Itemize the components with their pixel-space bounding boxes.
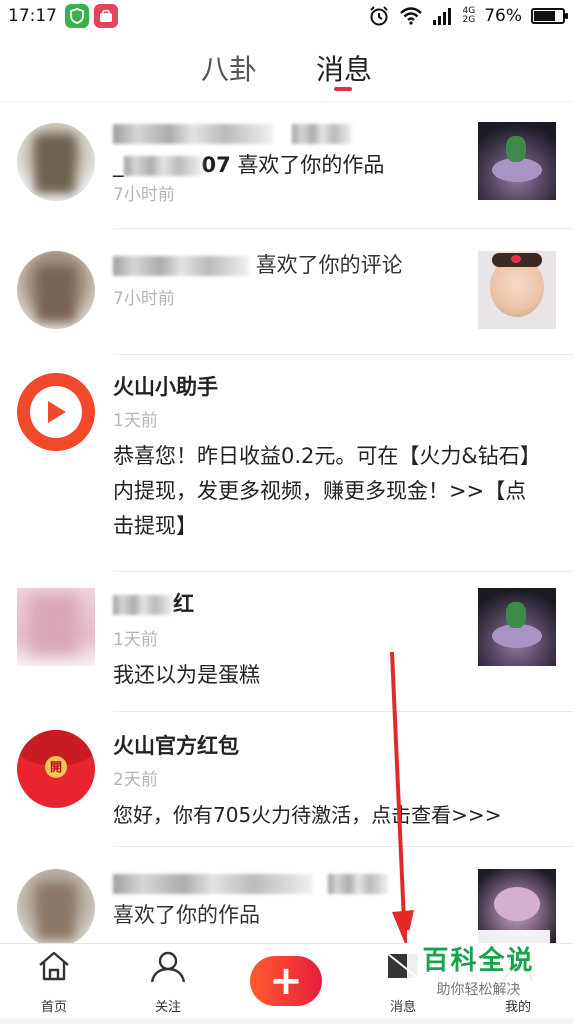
avatar[interactable] — [17, 123, 95, 201]
home-icon — [39, 951, 69, 981]
redacted-username — [113, 256, 249, 276]
blurred-face — [37, 885, 75, 939]
timestamp: 2天前 — [113, 770, 158, 790]
top-tabs: 八卦 消息 — [0, 32, 573, 102]
blurred-face — [37, 267, 75, 321]
play-icon — [30, 386, 82, 438]
notification-text: _ 07 喜欢了你的作品 — [113, 153, 385, 177]
tab-gossip[interactable]: 八卦 — [199, 32, 259, 101]
redacted-username — [291, 124, 352, 144]
redacted-username — [113, 595, 173, 615]
notification-text: 喜欢了你的评论 — [113, 249, 473, 281]
redacted-username — [327, 874, 388, 894]
list-item[interactable]: 喜欢了你的作品 — [17, 847, 573, 947]
page-footer-strip — [0, 1018, 573, 1024]
cake-decoration — [506, 602, 526, 628]
timestamp: 7小时前 — [113, 185, 175, 205]
cake-shape — [494, 887, 540, 921]
message-text: 恭喜您！昨日收益0.2元。可在【火力&钻石】内提现，发更多视频，赚更多现金！>>… — [113, 444, 541, 538]
list-item[interactable]: 開 火山官方红包 2天前 您好，你有705火力待激活，点击查看>>> — [17, 712, 573, 847]
active-tab-indicator — [334, 87, 352, 91]
sender-name: 红 — [113, 588, 473, 620]
battery-icon — [531, 8, 568, 24]
notification-text — [113, 117, 473, 149]
list-item[interactable]: 红 1天前 我还以为是蛋糕 — [17, 572, 573, 712]
battery-percent: 76% — [484, 6, 522, 26]
video-thumbnail[interactable] — [478, 588, 556, 666]
nav-follow[interactable]: 关注 — [128, 950, 208, 1015]
redacted-username — [113, 124, 273, 144]
watermark-title: 百科全说 — [422, 946, 535, 976]
signal-icon — [432, 8, 451, 25]
huoshan-assistant-avatar[interactable] — [17, 373, 95, 451]
tab-messages[interactable]: 消息 — [314, 32, 374, 101]
video-thumbnail[interactable] — [478, 122, 556, 200]
message-text: 您好，你有705火力待激活，点击查看>>> — [113, 803, 502, 827]
list-item[interactable]: _ 07 喜欢了你的作品 7小时前 — [17, 103, 573, 229]
wifi-icon — [399, 7, 422, 25]
timestamp: 7小时前 — [113, 289, 175, 309]
blurred-face — [29, 594, 79, 654]
create-video-button[interactable]: + — [250, 956, 322, 1006]
sender-name: 火山小助手 — [113, 375, 218, 399]
security-app-icon — [65, 4, 89, 28]
watermark-subtitle: 助你轻松解决 — [436, 982, 521, 998]
message-list: _ 07 喜欢了你的作品 7小时前 喜欢了你的评论 7小时前 火山小助手 1天前… — [0, 103, 573, 947]
watermark: 百科全说 助你轻松解决 — [407, 930, 550, 1000]
battery-level — [534, 11, 555, 21]
status-bar: 17:17 4G 2G 76% — [0, 0, 573, 32]
timestamp: 1天前 — [113, 411, 158, 431]
user-icon — [150, 951, 186, 983]
list-item[interactable]: 火山小助手 1天前 恭喜您！昨日收益0.2元。可在【火力&钻石】内提现，发更多视… — [17, 355, 573, 572]
red-arrow-annotation — [390, 651, 414, 946]
red-packet-avatar[interactable]: 開 — [17, 730, 95, 808]
hair-bow — [511, 255, 521, 263]
redacted-username — [113, 874, 313, 894]
blurred-face — [35, 135, 75, 193]
avatar[interactable] — [17, 251, 95, 329]
alarm-icon — [369, 6, 388, 26]
avatar[interactable] — [17, 869, 95, 947]
video-thumbnail[interactable] — [478, 251, 556, 329]
clock: 17:17 — [8, 6, 57, 26]
envelope-seal-icon: 開 — [45, 756, 67, 778]
redacted-username — [123, 156, 202, 176]
shopping-app-icon — [94, 4, 118, 28]
nav-home[interactable]: 首页 — [14, 950, 94, 1015]
avatar[interactable] — [17, 588, 95, 666]
sender-name: 火山官方红包 — [113, 734, 239, 758]
cake-decoration — [506, 136, 526, 162]
list-item[interactable]: 喜欢了你的评论 7小时前 — [17, 229, 573, 355]
network-type: 4G 2G — [462, 6, 476, 25]
